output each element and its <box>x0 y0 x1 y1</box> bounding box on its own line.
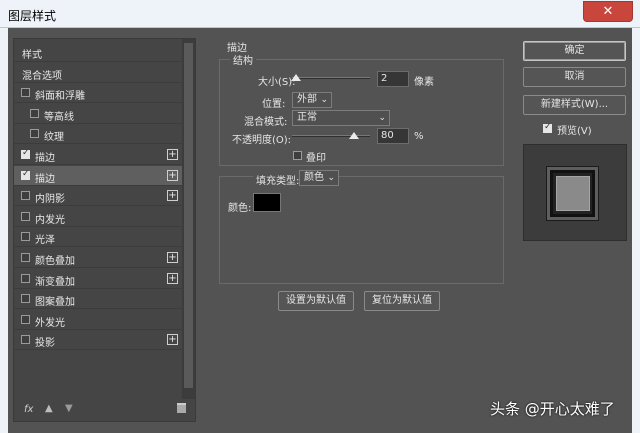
fill-type-label: 填充类型: <box>253 172 303 187</box>
overprint-checkbox[interactable] <box>293 151 302 160</box>
window-frame-left <box>0 28 8 433</box>
style-checkbox[interactable] <box>21 191 30 201</box>
style-checkbox[interactable] <box>21 232 30 242</box>
style-list-item[interactable]: 投影 + <box>14 330 182 351</box>
title-bar <box>0 0 640 28</box>
scrollbar-thumb[interactable] <box>184 43 193 388</box>
close-button[interactable]: ✕ <box>583 1 633 22</box>
style-checkbox[interactable] <box>21 88 30 98</box>
watermark-text: 头条 @开心太难了 <box>490 400 615 418</box>
move-up-icon[interactable]: ▲ <box>45 403 53 414</box>
style-checkbox[interactable] <box>21 211 30 221</box>
structure-title: 结构 <box>230 52 256 67</box>
style-list-item[interactable]: 内阴影 + <box>14 186 182 207</box>
style-list-label: 图案叠加 <box>35 297 75 309</box>
size-label: 大小(S): <box>258 77 296 88</box>
style-list-item[interactable]: 等高线 <box>14 104 182 124</box>
style-checkbox[interactable] <box>30 108 39 118</box>
size-slider-thumb[interactable] <box>291 74 301 81</box>
style-list-item[interactable]: 样式 <box>14 42 182 62</box>
set-default-button[interactable]: 设置为默认值 <box>278 291 354 311</box>
style-list-panel: 样式混合选项斜面和浮雕等高线纹理描边+描边+内阴影+内发光光泽颜色叠加+渐变叠加… <box>13 38 196 422</box>
style-checkbox[interactable] <box>21 294 30 304</box>
opacity-input[interactable]: 80 <box>377 128 409 144</box>
style-list-label: 投影 <box>35 338 55 350</box>
overprint-label: 叠印 <box>306 153 326 164</box>
move-down-icon[interactable]: ▼ <box>65 403 73 414</box>
style-list-label: 内阴影 <box>35 194 65 206</box>
style-list-label: 等高线 <box>44 111 74 123</box>
blend-mode-label: 混合模式: <box>244 117 288 128</box>
preview-checkbox[interactable] <box>543 122 552 133</box>
style-checkbox[interactable] <box>21 335 30 345</box>
style-list-item[interactable]: 外发光 <box>14 310 182 330</box>
style-list-item[interactable]: 渐变叠加 + <box>14 269 182 289</box>
style-list-item[interactable]: 内发光 <box>14 207 182 227</box>
style-list-label: 斜面和浮雕 <box>35 91 85 103</box>
style-list-item[interactable]: 颜色叠加 + <box>14 248 182 268</box>
style-list-label: 描边 <box>35 173 55 185</box>
chevron-down-icon: ⌄ <box>320 95 328 105</box>
style-checkbox[interactable] <box>21 169 30 180</box>
position-label: 位置: <box>262 99 286 110</box>
style-checkbox[interactable] <box>21 314 30 324</box>
opacity-label: 不透明度(O): <box>232 135 292 146</box>
style-checkbox[interactable] <box>21 148 30 159</box>
style-checkbox[interactable] <box>21 253 30 262</box>
style-list-item[interactable]: 光泽 <box>14 227 182 248</box>
add-effect-icon[interactable]: + <box>167 149 178 160</box>
fill-type-value: 颜色 <box>304 172 324 183</box>
style-list-label: 混合选项 <box>22 70 62 82</box>
size-slider[interactable] <box>292 77 370 79</box>
style-list-label: 外发光 <box>35 317 65 329</box>
fx-icon[interactable]: fx <box>24 404 33 415</box>
add-effect-icon[interactable]: + <box>167 190 178 202</box>
style-list-item[interactable]: 纹理 <box>14 124 182 145</box>
preview-image <box>556 176 590 211</box>
add-effect-icon[interactable]: + <box>167 334 178 346</box>
preview-label: 预览(V) <box>557 126 592 137</box>
style-list-label: 描边 <box>35 153 55 164</box>
style-list-item[interactable]: 描边 + <box>14 145 182 165</box>
size-input[interactable]: 2 <box>377 71 409 87</box>
style-checkbox[interactable] <box>30 129 39 139</box>
close-icon: ✕ <box>602 4 614 19</box>
ok-button[interactable]: 确定 <box>523 41 626 61</box>
add-effect-icon[interactable]: + <box>167 252 178 263</box>
style-checkbox[interactable] <box>21 273 30 283</box>
new-style-button[interactable]: 新建样式(W)... <box>523 95 626 115</box>
window-frame-right <box>632 28 640 433</box>
style-list-item[interactable]: 图案叠加 <box>14 289 182 310</box>
size-unit: 像素 <box>414 77 434 88</box>
position-select[interactable]: 外部 ⌄ <box>292 92 332 108</box>
opacity-unit: % <box>414 131 424 142</box>
style-list-label: 渐变叠加 <box>35 276 75 288</box>
style-list-label: 内发光 <box>35 214 65 226</box>
chevron-down-icon: ⌄ <box>327 173 335 183</box>
reset-default-button[interactable]: 复位为默认值 <box>364 291 440 311</box>
position-value: 外部 <box>297 94 317 105</box>
style-list-label: 纹理 <box>44 132 64 144</box>
style-list-item[interactable]: 斜面和浮雕 <box>14 83 182 104</box>
style-list-label: 光泽 <box>35 235 55 247</box>
chevron-down-icon: ⌄ <box>378 113 386 123</box>
window-title: 图层样式 <box>8 9 57 23</box>
style-list-label: 样式 <box>22 50 42 61</box>
color-label: 颜色: <box>228 203 252 214</box>
color-swatch[interactable] <box>253 193 281 212</box>
cancel-button[interactable]: 取消 <box>523 67 626 87</box>
add-effect-icon[interactable]: + <box>167 272 178 284</box>
add-effect-icon[interactable]: + <box>167 169 178 181</box>
style-list-label: 颜色叠加 <box>35 256 75 267</box>
trash-icon[interactable] <box>177 403 186 413</box>
fill-type-select[interactable]: 颜色 ⌄ <box>299 170 339 186</box>
style-list-item[interactable]: 混合选项 <box>14 63 182 83</box>
blend-mode-select[interactable]: 正常 ⌄ <box>292 110 390 126</box>
opacity-slider-thumb[interactable] <box>349 132 360 139</box>
style-list-item[interactable]: 描边 + <box>14 165 182 186</box>
blend-mode-value: 正常 <box>297 112 317 123</box>
